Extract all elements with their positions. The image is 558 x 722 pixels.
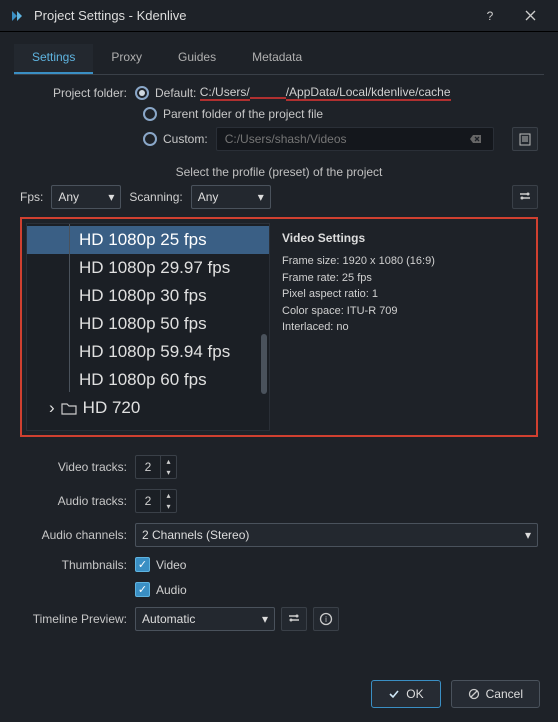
profile-caption: Select the profile (preset) of the proje…: [20, 165, 538, 179]
default-path-pre: C:/Users/: [200, 85, 250, 101]
audio-tracks-spinner[interactable]: 2 ▴▾: [135, 489, 177, 513]
audio-channels-select[interactable]: 2 Channels (Stereo)▾: [135, 523, 538, 547]
scanning-label: Scanning:: [129, 190, 182, 204]
video-settings-panel: Video Settings Frame size: 1920 x 1080 (…: [274, 223, 532, 431]
cancel-icon: [468, 688, 480, 700]
profile-group[interactable]: › HD 720: [27, 394, 269, 422]
custom-path-input[interactable]: [216, 127, 494, 151]
timeline-preview-label: Timeline Preview:: [20, 612, 135, 626]
profile-tree[interactable]: HD 1080p 25 fps HD 1080p 29.97 fps HD 10…: [26, 223, 270, 431]
clear-icon[interactable]: [470, 133, 482, 145]
frame-rate: Frame rate: 25 fps: [282, 270, 524, 287]
pixel-aspect: Pixel aspect ratio: 1: [282, 286, 524, 303]
tab-proxy[interactable]: Proxy: [93, 44, 160, 74]
thumbnails-video-checkbox[interactable]: ✓: [135, 557, 150, 572]
parent-folder-label: Parent folder of the project file: [163, 107, 323, 121]
fps-label: Fps:: [20, 190, 43, 204]
default-path-post: /AppData/Local/kdenlive/cache: [286, 85, 451, 101]
video-settings-heading: Video Settings: [282, 229, 524, 247]
tab-metadata[interactable]: Metadata: [234, 44, 320, 74]
color-space: Color space: ITU-R 709: [282, 303, 524, 320]
default-path-masked: [250, 87, 286, 99]
audio-tracks-label: Audio tracks:: [20, 494, 135, 508]
thumbnails-audio-checkbox[interactable]: ✓: [135, 582, 150, 597]
close-button[interactable]: [510, 2, 550, 30]
profile-item[interactable]: HD 1080p 50 fps: [27, 310, 269, 338]
chevron-right-icon: ›: [49, 398, 55, 418]
thumbnails-audio-label: Audio: [156, 583, 187, 597]
profile-item[interactable]: HD 1080p 59.94 fps: [27, 338, 269, 366]
app-icon: [10, 8, 26, 24]
project-folder-label: Project folder:: [20, 86, 135, 100]
timeline-preview-select[interactable]: Automatic▾: [135, 607, 275, 631]
radio-custom[interactable]: [143, 132, 157, 146]
tab-guides[interactable]: Guides: [160, 44, 234, 74]
tabs-bar: Settings Proxy Guides Metadata: [14, 44, 544, 75]
thumbnails-label: Thumbnails:: [20, 558, 135, 572]
svg-text:i: i: [325, 615, 327, 624]
browse-button[interactable]: [512, 127, 538, 151]
filter-button[interactable]: [512, 185, 538, 209]
scrollbar[interactable]: [261, 334, 267, 394]
titlebar: Project Settings - Kdenlive ?: [0, 0, 558, 32]
default-label: Default:: [155, 86, 196, 100]
spin-up-icon[interactable]: ▴: [161, 490, 176, 501]
thumbnails-video-label: Video: [156, 558, 186, 572]
scanning-select[interactable]: Any▾: [191, 185, 271, 209]
tab-settings[interactable]: Settings: [14, 44, 93, 74]
frame-size: Frame size: 1920 x 1080 (16:9): [282, 253, 524, 270]
audio-channels-label: Audio channels:: [20, 528, 135, 542]
video-tracks-label: Video tracks:: [20, 460, 135, 474]
profile-item[interactable]: HD 1080p 29.97 fps: [27, 254, 269, 282]
preview-settings-button[interactable]: [281, 607, 307, 631]
window-title: Project Settings - Kdenlive: [34, 8, 470, 23]
profile-item[interactable]: HD 1080p 30 fps: [27, 282, 269, 310]
profile-item[interactable]: HD 1080p 60 fps: [27, 366, 269, 394]
check-icon: [388, 688, 400, 700]
video-tracks-spinner[interactable]: 2 ▴▾: [135, 455, 177, 479]
ok-button[interactable]: OK: [371, 680, 440, 708]
spin-down-icon[interactable]: ▾: [161, 501, 176, 512]
preview-info-button[interactable]: i: [313, 607, 339, 631]
help-button[interactable]: ?: [470, 2, 510, 30]
custom-label: Custom:: [163, 132, 208, 146]
spin-up-icon[interactable]: ▴: [161, 456, 176, 467]
radio-parent[interactable]: [143, 107, 157, 121]
folder-icon: [61, 402, 77, 415]
dialog-footer: OK Cancel: [371, 680, 540, 708]
profile-area: HD 1080p 25 fps HD 1080p 29.97 fps HD 10…: [20, 217, 538, 437]
fps-select[interactable]: Any▾: [51, 185, 121, 209]
radio-default[interactable]: [135, 86, 149, 100]
interlaced: Interlaced: no: [282, 319, 524, 336]
cancel-button[interactable]: Cancel: [451, 680, 540, 708]
profile-item[interactable]: HD 1080p 25 fps: [27, 226, 269, 254]
spin-down-icon[interactable]: ▾: [161, 467, 176, 478]
